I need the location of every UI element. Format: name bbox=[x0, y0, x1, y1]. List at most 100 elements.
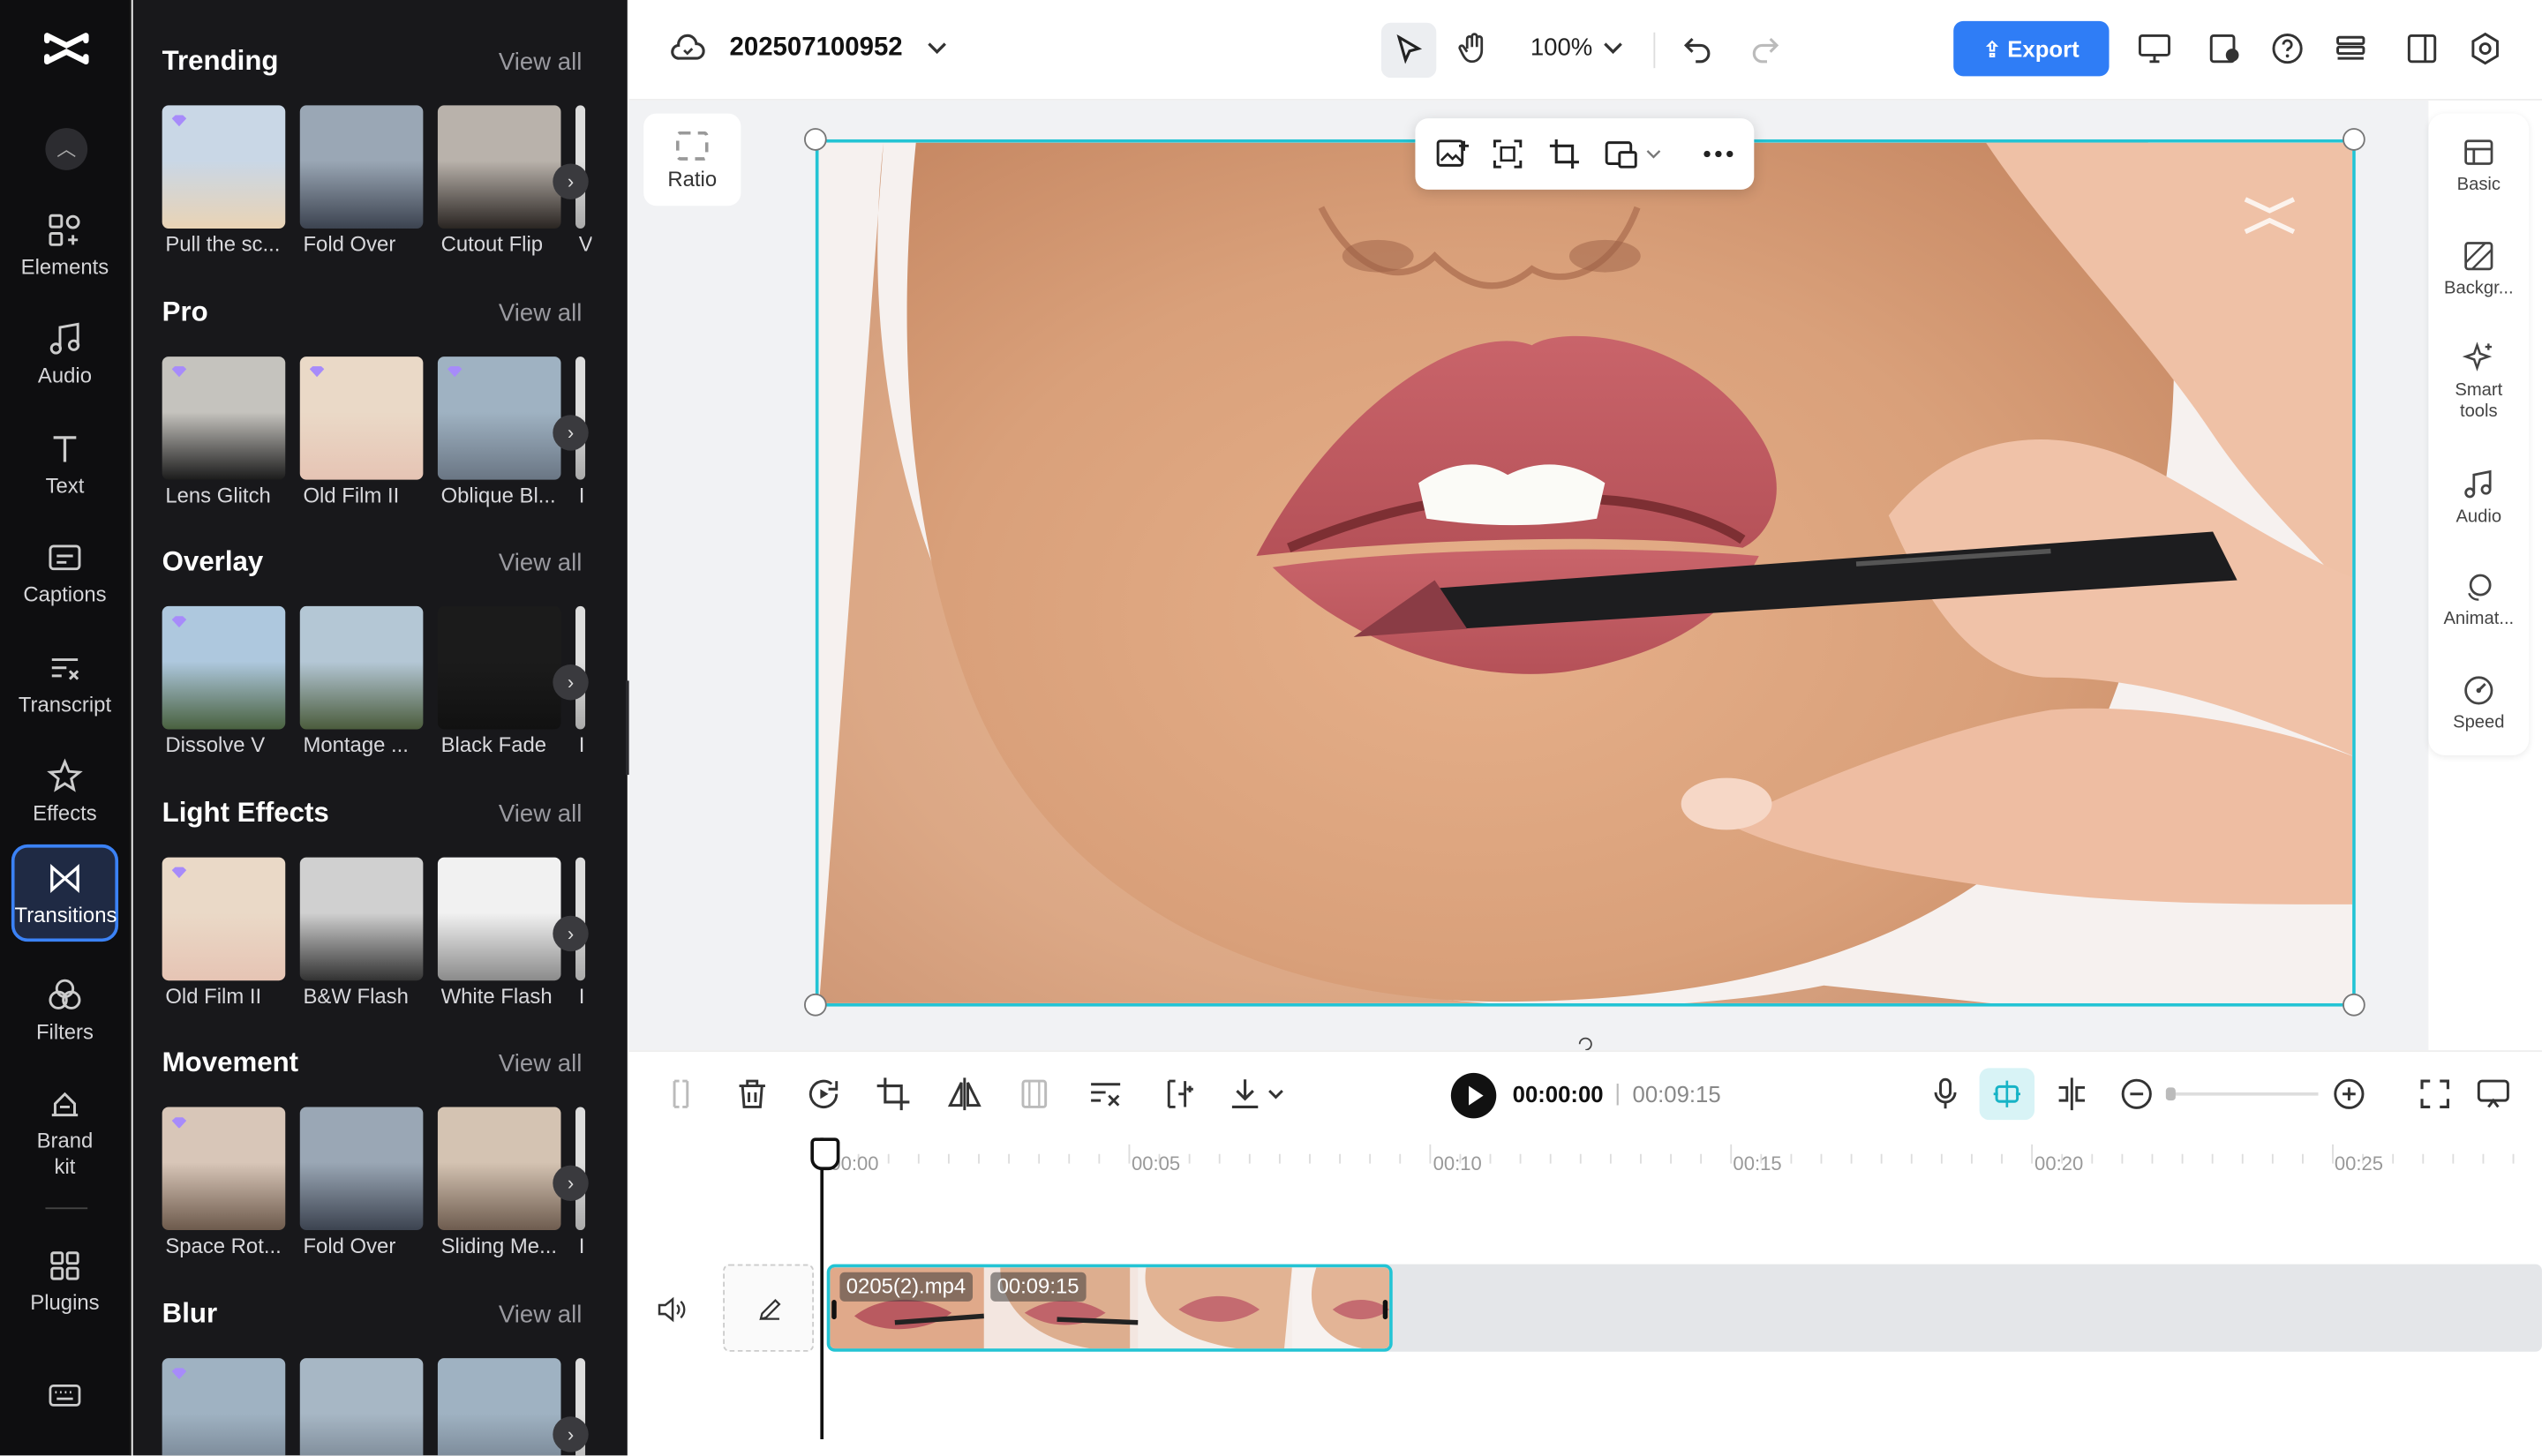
microphone-icon[interactable] bbox=[1926, 1075, 1965, 1114]
transition-thumbnail[interactable] bbox=[162, 105, 286, 229]
right-rail-speed[interactable]: Speed bbox=[2428, 674, 2529, 732]
playhead[interactable] bbox=[810, 1137, 840, 1439]
zoom-in-icon[interactable] bbox=[2329, 1075, 2368, 1114]
view-all-link[interactable]: View all bbox=[499, 49, 582, 76]
transition-thumbnail[interactable] bbox=[162, 1358, 286, 1456]
comment-icon[interactable] bbox=[2474, 1075, 2513, 1114]
scroll-next-button[interactable]: › bbox=[553, 1416, 589, 1452]
project-name[interactable]: 202507100952 bbox=[730, 34, 903, 64]
transition-thumbnail[interactable] bbox=[299, 1107, 424, 1231]
transition-thumbnail[interactable] bbox=[299, 105, 424, 229]
rail-item-text[interactable]: Text bbox=[11, 418, 118, 515]
auto-snap-toggle[interactable] bbox=[1979, 1068, 2035, 1121]
video-clip[interactable]: 0205(2).mp4 00:09:15 bbox=[826, 1264, 1393, 1352]
transition-thumbnail[interactable] bbox=[437, 356, 561, 479]
zoom-chevron-down-icon[interactable] bbox=[1591, 26, 1636, 71]
more-options-icon[interactable] bbox=[1701, 136, 1736, 171]
crop-icon[interactable] bbox=[1546, 136, 1582, 171]
delete-icon[interactable] bbox=[733, 1075, 771, 1114]
view-all-link[interactable]: View all bbox=[499, 299, 582, 326]
scroll-next-button[interactable]: › bbox=[553, 163, 589, 199]
export-button[interactable]: ⇪ Export bbox=[1953, 20, 2110, 77]
replay-icon[interactable] bbox=[804, 1075, 843, 1114]
flip-icon[interactable] bbox=[945, 1075, 984, 1114]
settings-icon[interactable] bbox=[2463, 26, 2508, 71]
view-all-link[interactable]: View all bbox=[499, 800, 582, 828]
select-pointer-icon[interactable] bbox=[1380, 22, 1437, 79]
scroll-next-button[interactable]: › bbox=[553, 414, 589, 450]
view-all-link[interactable]: View all bbox=[499, 550, 582, 577]
transition-thumbnail[interactable] bbox=[299, 1358, 424, 1456]
transition-thumbnail[interactable] bbox=[437, 1358, 561, 1456]
video-preview[interactable] bbox=[815, 139, 2356, 1007]
scroll-next-button[interactable]: › bbox=[553, 915, 589, 951]
rotate-handle-icon[interactable] bbox=[1569, 1032, 1602, 1052]
speaker-volume-icon[interactable] bbox=[655, 1294, 688, 1326]
split-icon[interactable] bbox=[661, 1075, 700, 1114]
zoom-slider-thumb[interactable] bbox=[2165, 1087, 2176, 1101]
ratio-button[interactable]: Ratio bbox=[643, 113, 741, 206]
transition-thumbnail[interactable] bbox=[299, 606, 424, 730]
transition-thumbnail[interactable] bbox=[299, 356, 424, 479]
view-all-link[interactable]: View all bbox=[499, 1302, 582, 1329]
split-layout-icon[interactable] bbox=[2399, 26, 2444, 71]
split-align-icon[interactable] bbox=[2052, 1075, 2091, 1114]
transition-thumbnail[interactable] bbox=[162, 1107, 286, 1231]
transition-thumbnail[interactable] bbox=[437, 1107, 561, 1231]
mask-icon[interactable] bbox=[1603, 136, 1638, 171]
rail-item-transitions[interactable]: Transitions bbox=[11, 844, 119, 942]
right-rail-background[interactable]: Backgr... bbox=[2428, 240, 2529, 298]
transition-thumbnail[interactable] bbox=[162, 606, 286, 730]
cloud-icon[interactable] bbox=[665, 26, 710, 71]
fullscreen-icon[interactable] bbox=[2416, 1075, 2455, 1114]
replace-image-icon[interactable] bbox=[1434, 136, 1470, 171]
download-icon[interactable] bbox=[1226, 1075, 1265, 1114]
rail-item-captions[interactable]: Captions bbox=[11, 527, 118, 624]
resize-handle-bottom-left[interactable] bbox=[804, 993, 827, 1017]
layers-icon[interactable] bbox=[2328, 26, 2373, 71]
chevron-down-icon[interactable] bbox=[914, 26, 959, 71]
rail-item-filters[interactable]: Filters bbox=[11, 964, 118, 1062]
help-icon[interactable] bbox=[2265, 26, 2310, 71]
rail-item-plugins[interactable]: Plugins bbox=[11, 1235, 118, 1332]
transition-thumbnail[interactable] bbox=[437, 606, 561, 730]
resize-handle-bottom-right[interactable] bbox=[2343, 993, 2365, 1017]
chevron-down-icon[interactable] bbox=[1643, 143, 1666, 166]
right-rail-basic[interactable]: Basic bbox=[2428, 136, 2529, 194]
rail-item-effects[interactable]: Effects bbox=[11, 746, 118, 843]
hand-pan-icon[interactable] bbox=[1451, 26, 1496, 71]
zoom-level[interactable]: 100% bbox=[1530, 34, 1592, 62]
transition-thumbnail[interactable] bbox=[437, 857, 561, 980]
transition-thumbnail[interactable] bbox=[162, 356, 286, 479]
present-icon[interactable] bbox=[2132, 26, 2177, 71]
timeline-ruler[interactable]: 00:00 00:05 00:10 00:15 00:20 00:25 bbox=[629, 1135, 2542, 1183]
resize-handle-top-right[interactable] bbox=[2343, 128, 2365, 151]
right-rail-animation[interactable]: Animat... bbox=[2428, 571, 2529, 629]
right-rail-smart-tools[interactable]: Smart tools bbox=[2428, 341, 2529, 424]
capcut-logo[interactable] bbox=[42, 26, 91, 71]
crop-icon[interactable] bbox=[874, 1075, 913, 1114]
freeze-frame-icon[interactable] bbox=[1015, 1075, 1054, 1114]
rail-item-audio[interactable]: Audio bbox=[11, 308, 118, 405]
transition-thumbnail[interactable] bbox=[299, 857, 424, 980]
fit-frame-icon[interactable] bbox=[1490, 136, 1525, 171]
resize-handle-top-left[interactable] bbox=[804, 128, 827, 151]
rail-item-transcript[interactable]: Transcript bbox=[11, 637, 118, 734]
rail-item-elements[interactable]: Elements bbox=[11, 199, 118, 296]
play-button[interactable] bbox=[1450, 1072, 1497, 1119]
collapse-up-button[interactable]: ︿ bbox=[45, 128, 88, 170]
zoom-out-icon[interactable] bbox=[2117, 1075, 2156, 1114]
keyboard-icon[interactable] bbox=[47, 1377, 82, 1413]
clip-trim-handle-left[interactable] bbox=[831, 1300, 837, 1320]
transition-thumbnail[interactable] bbox=[162, 857, 286, 980]
review-icon[interactable] bbox=[2201, 26, 2246, 71]
transcript-edit-icon[interactable] bbox=[1087, 1075, 1125, 1114]
transition-thumbnail[interactable] bbox=[437, 105, 561, 229]
rail-item-brand-kit[interactable]: Brand kit bbox=[11, 1073, 118, 1187]
auto-cut-icon[interactable] bbox=[1157, 1075, 1196, 1114]
download-chevron-icon[interactable] bbox=[1265, 1075, 1288, 1114]
timeline-zoom-slider[interactable] bbox=[2169, 1092, 2319, 1096]
clip-trim-handle-right[interactable] bbox=[1382, 1300, 1388, 1320]
undo-icon[interactable] bbox=[1674, 26, 1719, 71]
cover-edit-button[interactable] bbox=[723, 1264, 815, 1352]
